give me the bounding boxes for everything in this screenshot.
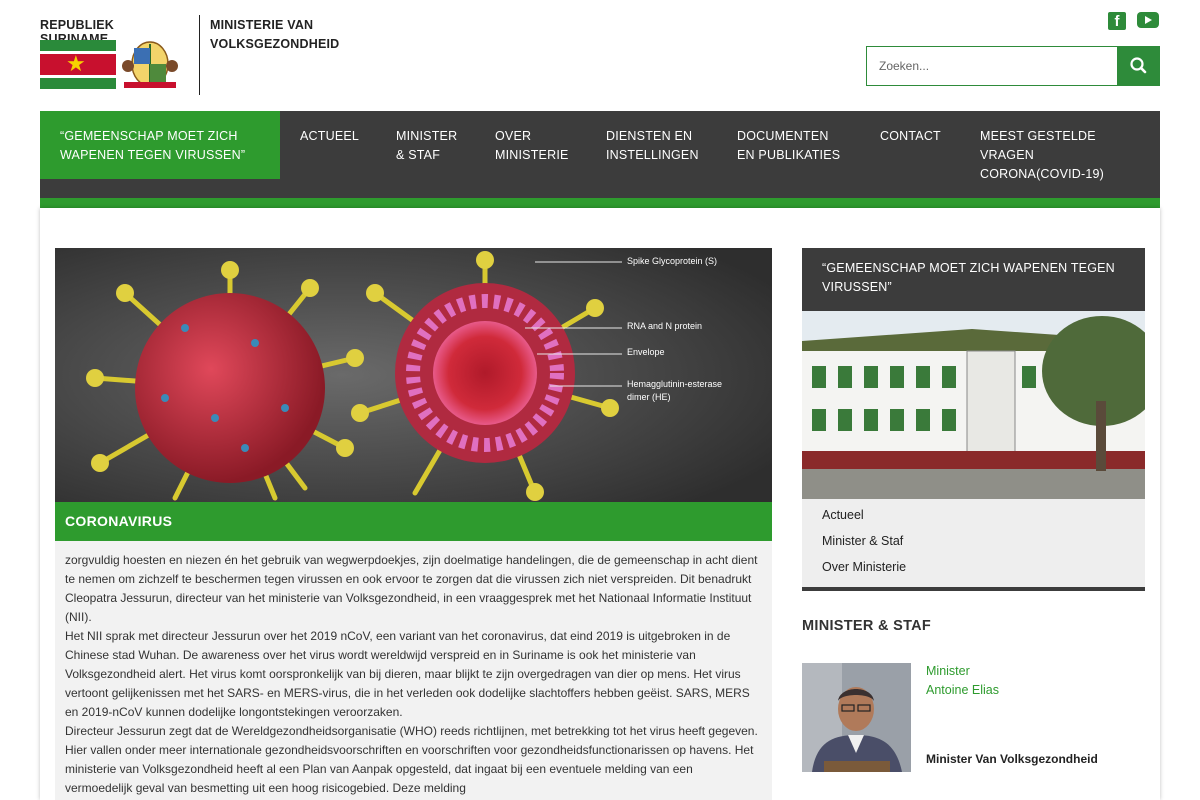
ministry-line-2: VOLKSGEZONDHEID — [210, 37, 340, 51]
nav-item-over-ministerie[interactable]: OVER MINISTERIE — [495, 111, 569, 198]
nav-label: DOCUMENTEN — [737, 129, 829, 143]
ministry-building-photo — [802, 311, 1145, 499]
nav-label: DIENSTEN EN — [606, 129, 693, 143]
label-he-dimer: dimer (HE) — [627, 392, 671, 402]
article-paragraph: zorgvuldig hoesten en niezen én het gebr… — [65, 553, 758, 624]
sidebar-item-actueel[interactable]: Actueel — [822, 502, 906, 528]
sidebar-links: Actueel Minister & Staf Over Ministerie — [822, 502, 906, 580]
nav-label: “GEMEENSCHAP MOET ZICH — [60, 129, 238, 143]
nav-label: ACTUEEL — [300, 129, 360, 143]
virus-diagram-icon — [55, 248, 772, 502]
minister-role: Minister — [926, 664, 970, 678]
suriname-flag-icon: ★ — [40, 40, 116, 90]
sidebar-menu-box: “GEMEENSCHAP MOET ZICH WAPENEN TEGEN VIR… — [802, 248, 1145, 591]
nav-label: OVER — [495, 129, 532, 143]
coat-of-arms-icon — [122, 41, 178, 88]
nav-item-featured-article[interactable]: “GEMEENSCHAP MOET ZICH WAPENEN TEGEN VIR… — [40, 111, 280, 179]
ministry-name[interactable]: MINISTERIE VAN VOLKSGEZONDHEID — [210, 16, 339, 54]
nav-label: MEEST GESTELDE — [980, 129, 1096, 143]
search-input[interactable] — [866, 46, 1118, 86]
nav-item-diensten[interactable]: DIENSTEN EN INSTELLINGEN — [606, 111, 699, 198]
nav-label: CORONA(COVID-19) — [980, 167, 1105, 181]
nav-item-actueel[interactable]: ACTUEEL — [300, 111, 359, 198]
article-title: CORONAVIRUS — [55, 502, 772, 541]
nav-item-contact[interactable]: CONTACT — [880, 111, 941, 198]
facebook-icon[interactable]: f — [1108, 12, 1126, 30]
nav-item-faq-corona[interactable]: MEEST GESTELDE VRAGEN CORONA(COVID-19) — [980, 111, 1104, 198]
nav-item-documenten[interactable]: DOCUMENTEN EN PUBLIKATIES — [737, 111, 840, 198]
label-he: Hemagglutinin-esterase — [627, 379, 723, 389]
nav-label: MINISTER — [396, 129, 458, 143]
coronavirus-illustration: Spike Glycoprotein (S) RNA and N protein… — [55, 248, 772, 502]
minister-caption: Minister Van Volksgezondheid — [926, 752, 1098, 766]
ministry-line-1: MINISTERIE VAN — [210, 18, 314, 32]
nav-label: WAPENEN TEGEN VIRUSSEN” — [60, 148, 246, 162]
nav-label: INSTELLINGEN — [606, 148, 699, 162]
label-rna: RNA and N protein — [627, 321, 703, 331]
article-paragraph: Directeur Jessurun zegt dat de Wereldgez… — [65, 724, 758, 795]
label-spike: Spike Glycoprotein (S) — [627, 256, 718, 266]
nav-label: VRAGEN — [980, 148, 1034, 162]
label-envelope: Envelope — [627, 347, 665, 357]
article-paragraph: Het NII sprak met directeur Jessurun ove… — [65, 629, 750, 719]
sidebar-heading[interactable]: “GEMEENSCHAP MOET ZICH WAPENEN TEGEN VIR… — [802, 248, 1145, 311]
nav-label: MINISTERIE — [495, 148, 569, 162]
nav-item-minister-staf[interactable]: MINISTER & STAF — [396, 111, 457, 198]
search-button[interactable] — [1117, 46, 1160, 86]
nav-label: & STAF — [396, 148, 441, 162]
nav-label: CONTACT — [880, 129, 941, 143]
header-divider — [199, 15, 200, 95]
main-navigation: “GEMEENSCHAP MOET ZICH WAPENEN TEGEN VIR… — [40, 111, 1160, 198]
nav-label: EN PUBLIKATIES — [737, 148, 841, 162]
youtube-icon[interactable] — [1137, 12, 1159, 28]
search-icon — [1130, 57, 1147, 74]
article-body: zorgvuldig hoesten en niezen én het gebr… — [55, 541, 772, 800]
site-header: REPUBLIEK SURINAME ★ MINISTERIE VAN VOLK… — [0, 0, 1200, 111]
minister-avatar[interactable] — [802, 663, 911, 772]
sidebar-item-minister-staf[interactable]: Minister & Staf — [822, 528, 906, 554]
search-form — [866, 46, 1160, 86]
sidebar-item-over-ministerie[interactable]: Over Ministerie — [822, 554, 906, 580]
minister-staf-heading: MINISTER & STAF — [802, 618, 932, 634]
site-logo[interactable]: REPUBLIEK SURINAME ★ — [40, 18, 182, 92]
minister-name: Antoine Elias — [926, 683, 999, 697]
nav-accent-bar — [40, 198, 1160, 208]
minister-info[interactable]: Minister Antoine Elias — [926, 662, 999, 700]
